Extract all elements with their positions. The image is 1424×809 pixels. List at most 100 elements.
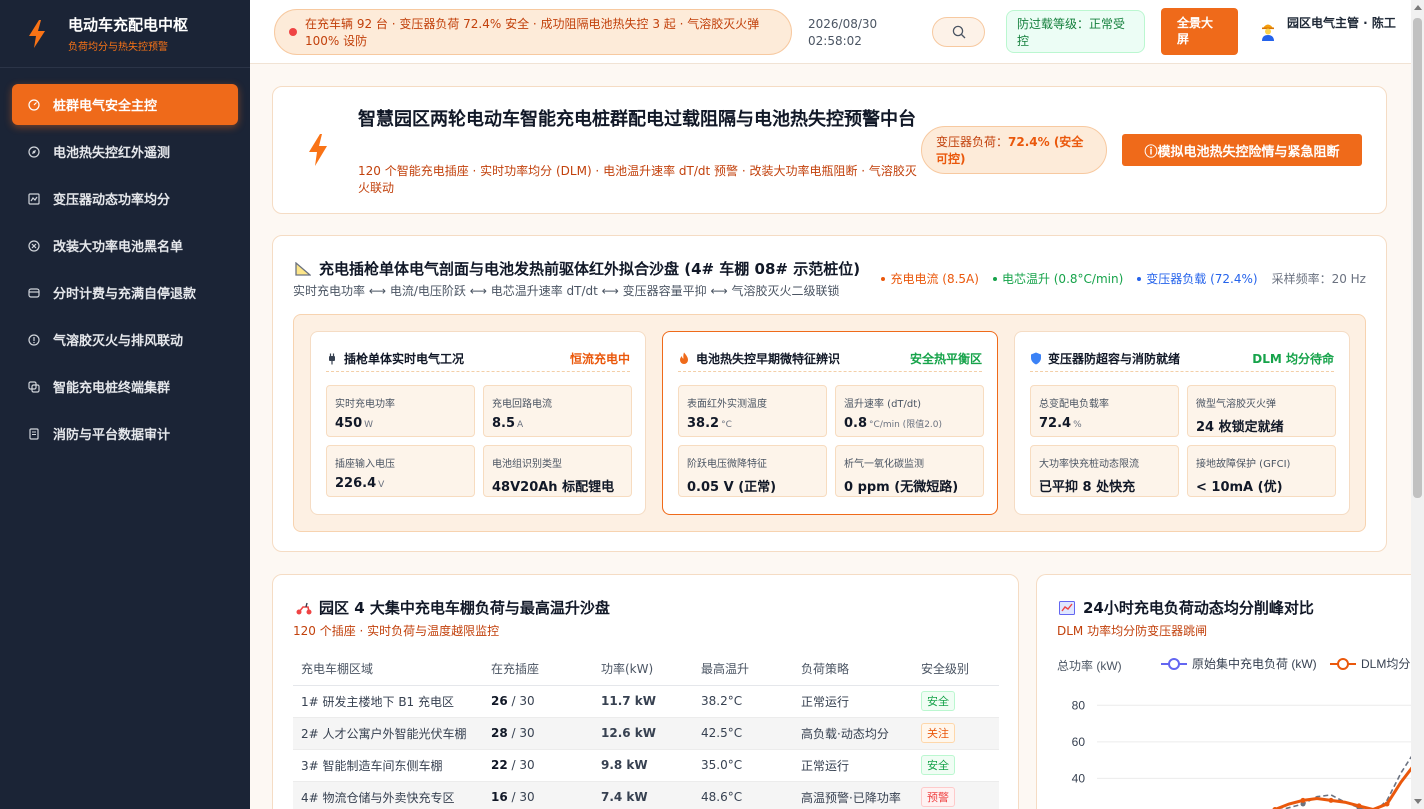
sidebar-item-terminal-cluster[interactable]: 智能充电桩终端集群 [12,366,238,407]
panel-title: 变压器防超容与消防就绪 [1030,350,1180,367]
metric-value: 0 ppm (无微短路) [844,476,975,495]
legend-marker [1337,658,1349,670]
document-icon [28,427,40,440]
page-title: 智慧园区两轮电动车智能充电桩群配电过载阻隔与电池热失控预警中台 [358,109,916,130]
simulate-thermal-runaway-button[interactable]: ⓘ模拟电池热失控险情与紧急阻断 [1122,134,1362,166]
section-subtitle: 120 个插座 · 实时负荷与温度越限监控 [293,624,500,638]
legend-dot [1137,276,1142,281]
alert-icon [28,333,40,346]
cell-temp: 42.5°C [693,717,793,750]
metric-value-number: 0 ppm (无微短路) [844,480,959,495]
sidebar-nav: 桩群电气安全主控 电池热失控红外遥测 变压器动态功率均分 改装大功率电池黑名单 … [0,84,250,454]
sidebar-item-audit[interactable]: 消防与平台数据审计 [12,413,238,454]
metric-voltage-drop: 阶跃电压微降特征 0.05 V (正常) [678,445,827,497]
legend-item-load: 变压器负载 (72.4%) [1137,270,1258,287]
sidebar-item-transformer[interactable]: 变压器动态功率均分 [12,178,238,219]
metric-value: 0.8 °C/min (限值2.0) [844,416,975,431]
table-row[interactable]: 2# 人才公寓户外智能光伏车棚 28 / 30 12.6 kW 42.5°C 高… [293,717,999,750]
metric-power: 实时充电功率 450 W [326,385,475,437]
metric-value-number: 226.4 [335,476,377,491]
scroll-up-arrow[interactable] [1414,5,1422,10]
legend-label: DLM均分 [1361,657,1410,671]
cell-power: 11.7 kW [593,685,693,718]
y-axis-label: 总功率 (kW) [1057,658,1122,673]
legend-label: 原始集中充电负荷 (kW) [1192,656,1317,671]
metric-label: 析气一氧化碳监测 [844,459,924,470]
worker-avatar-icon [1262,24,1274,41]
cell-strategy: 正常运行 [793,685,913,718]
table-row[interactable]: 1# 研发主楼地下 B1 充电区 26 / 30 11.7 kW 38.2°C … [293,685,999,718]
sidebar-item-label: 智能充电桩终端集群 [53,381,171,396]
legend: 充电电流 (8.5A) 电芯温升 (0.8°C/min) 变压器负载 (72.4… [881,270,1366,287]
compass-icon [28,145,40,158]
cell-strategy: 高温预警·已降功率 [793,781,913,809]
sockets-active: 28 [491,726,508,740]
data-point-dlm [1356,803,1362,809]
table-row[interactable]: 3# 智能制造车间东侧车棚 22 / 30 9.8 kW 35.0°C 正常运行… [293,749,999,782]
scroll-down-arrow[interactable] [1414,799,1422,804]
lightning-icon [309,134,327,166]
metric-value: 已平抑 8 处快充 [1039,476,1170,495]
brand: 电动车充配电中枢 负荷均分与热失控预警 [0,0,250,68]
scrollbar-thumb[interactable] [1413,18,1422,498]
cell-temp: 48.6°C [693,781,793,809]
table-header-row: 充电车棚区域 在充插座 功率(kW) 最高温升 负荷策略 安全级别 [293,653,999,686]
metric-label: 充电回路电流 [492,399,552,410]
y-tick-label: 60 [1072,735,1086,749]
metric-fast-charge-limit: 大功率快充桩动态限流 已平抑 8 处快充 [1030,445,1179,497]
sidebar-item-blacklist[interactable]: 改装大功率电池黑名单 [12,225,238,266]
top-bar: 在充车辆 92 台 · 变压器负荷 72.4% 安全 · 成功阻隔电池热失控 3… [250,0,1411,64]
metric-label: 微型气溶胶灭火弹 [1196,399,1276,410]
column-header: 充电车棚区域 [293,653,483,686]
cell-sockets: 26 / 30 [483,685,593,718]
sidebar-item-fire-suppression[interactable]: 气溶胶灭火与排风联动 [12,319,238,360]
section-title-text: 充电插枪单体电气剖面与电池发热前驱体红外拟合沙盘 (4# 车棚 08# 示范桩位… [319,260,861,278]
metric-surface-temp: 表面红外实测温度 38.2 °C [678,385,827,437]
legend-label: 电芯温升 (0.8°C/min) [1001,272,1124,286]
shed-table: 充电车棚区域 在充插座 功率(kW) 最高温升 负荷策略 安全级别 1# 研发主… [293,653,999,809]
panel-title: 电池热失控早期微特征辨识 [678,350,840,367]
cell-temp: 38.2°C [693,685,793,718]
metric-value: 48V20Ah 标配锂电 [492,476,623,495]
metric-value-number: 0.05 V (正常) [687,480,777,495]
y-tick-label: 40 [1072,771,1086,785]
section-subtitle: 实时充电功率 ⟷ 电流/电压阶跃 ⟷ 电芯温升速率 dT/dt ⟷ 变压器容量平… [293,284,840,298]
sockets-active: 22 [491,758,508,772]
sockets-active: 16 [491,790,508,804]
panel-status-tag: DLM 均分待命 [1252,352,1334,366]
sidebar-item-pile-safety[interactable]: 桩群电气安全主控 [12,84,238,125]
cell-temp: 35.0°C [693,749,793,782]
column-header: 最高温升 [693,653,793,686]
status-badge: 关注 [921,723,955,743]
user-name[interactable]: 园区电气主管 · 陈工 [1287,15,1397,32]
thermal-panel: 电池热失控早期微特征辨识 安全热平衡区 表面红外实测温度 38.2 °C 温升速率 … [662,331,998,515]
metric-label: 表面红外实测温度 [687,399,767,410]
cell-sockets: 28 / 30 [483,717,593,750]
lightning-icon [29,19,45,48]
metric-value-number: 8.5 [492,416,516,431]
metric-value: 450 W [335,416,466,431]
panel-header: 电池热失控早期微特征辨识 安全热平衡区 [678,346,982,372]
chart-icon [28,192,40,205]
electrical-panel: 插枪单体实时电气工况 恒流充电中 实时充电功率 450 W 充电回路电流 8.5 A 插… [310,331,646,515]
clock-date: 2026/08/30 [808,17,878,31]
cluster-icon [28,380,40,393]
page-scrollbar[interactable] [1411,0,1424,809]
metric-value-number: 0.8 [844,416,868,431]
sidebar-item-label: 气溶胶灭火与排风联动 [53,334,184,349]
metric-voltage: 插座输入电压 226.4 V [326,445,475,497]
cell-level: 安全 [913,749,999,782]
sidebar-item-thermal[interactable]: 电池热失控红外遥测 [12,131,238,172]
status-badge: 安全 [921,755,955,775]
sidebar-item-billing[interactable]: 分时计费与充满自停退款 [12,272,238,313]
load-line-chart: 总功率 (kW) 40 60 80 原始集中充电负荷 (kW) DLM均分 [1057,656,1416,809]
cell-sockets: 16 / 30 [483,781,593,809]
data-point-dlm [1300,797,1306,803]
sockets-total: / 30 [511,790,535,804]
hero-card: 智慧园区两轮电动车智能充电桩群配电过载阻隔与电池热失控预警中台 120 个智能充… [272,86,1387,214]
table-row[interactable]: 4# 物流仓储与外卖快充专区 16 / 30 7.4 kW 48.6°C 高温预… [293,781,999,809]
brand-title: 电动车充配电中枢 [68,16,189,34]
fullscreen-button[interactable]: 全景大屏 [1161,8,1238,55]
search-button[interactable] [932,17,985,47]
panel-group: 插枪单体实时电气工况 恒流充电中 实时充电功率 450 W 充电回路电流 8.5 A 插… [293,314,1366,532]
